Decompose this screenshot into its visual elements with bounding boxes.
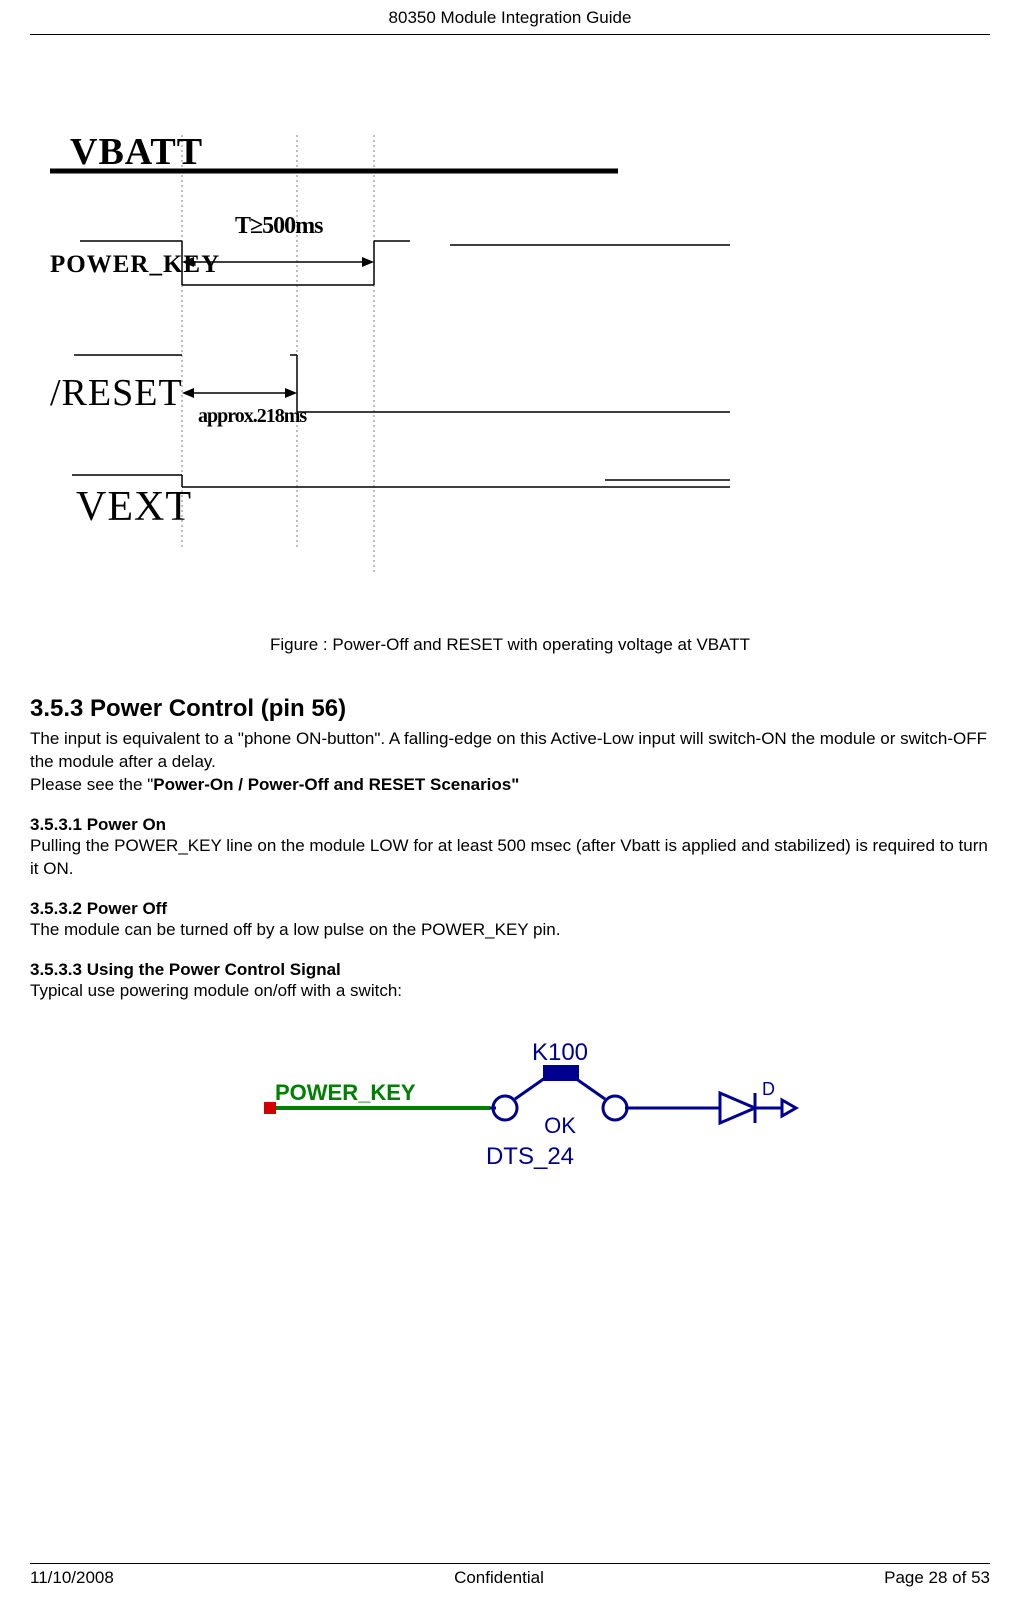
k100-text: K100: [532, 1039, 588, 1066]
annotation-t500: T≥500ms: [235, 213, 323, 240]
sub1-heading: 3.5.3.1 Power On: [30, 815, 990, 835]
section-intro: The input is equivalent to a "phone ON-b…: [30, 728, 990, 797]
section-heading: 3.5.3 Power Control (pin 56): [30, 695, 990, 723]
section-intro-2a: Please see the ": [30, 775, 153, 794]
section-intro-2b: Power-On / Power-Off and RESET Scenarios…: [153, 775, 519, 794]
footer-date: 11/10/2008: [30, 1568, 114, 1588]
page-header: 80350 Module Integration Guide: [30, 0, 990, 35]
dts24-text: DTS_24: [486, 1143, 574, 1170]
power-key-text: POWER_KEY: [275, 1080, 416, 1105]
figure-caption: Figure : Power-Off and RESET with operat…: [30, 635, 990, 655]
d-text: D: [762, 1079, 775, 1099]
footer-page: Page 28 of 53: [884, 1568, 990, 1588]
signal-label-power-key: POWER_KEY: [50, 251, 220, 279]
sub2-heading: 3.5.3.2 Power Off: [30, 899, 990, 919]
signal-label-reset: /RESET: [50, 371, 183, 415]
section-intro-1: The input is equivalent to a "phone ON-b…: [30, 729, 987, 771]
sub3-text: Typical use powering module on/off with …: [30, 980, 990, 1003]
page-footer: 11/10/2008 Confidential Page 28 of 53: [30, 1563, 990, 1588]
sub3-heading: 3.5.3.3 Using the Power Control Signal: [30, 960, 990, 980]
signal-label-vbatt: VBATT: [70, 130, 203, 174]
header-title: 80350 Module Integration Guide: [389, 8, 632, 28]
circuit-diagram: K100 POWER_KEY OK DTS_24: [30, 1038, 990, 1213]
annotation-approx218: approx.218ms: [198, 405, 306, 428]
sub1-text: Pulling the POWER_KEY line on the module…: [30, 835, 990, 881]
signal-label-vext: VEXT: [76, 483, 192, 531]
sub2-text: The module can be turned off by a low pu…: [30, 919, 990, 942]
footer-center: Confidential: [454, 1568, 544, 1588]
timing-diagram: VBATT POWER_KEY /RESET VEXT T≥500ms appr…: [50, 115, 990, 585]
ok-text: OK: [544, 1113, 576, 1138]
